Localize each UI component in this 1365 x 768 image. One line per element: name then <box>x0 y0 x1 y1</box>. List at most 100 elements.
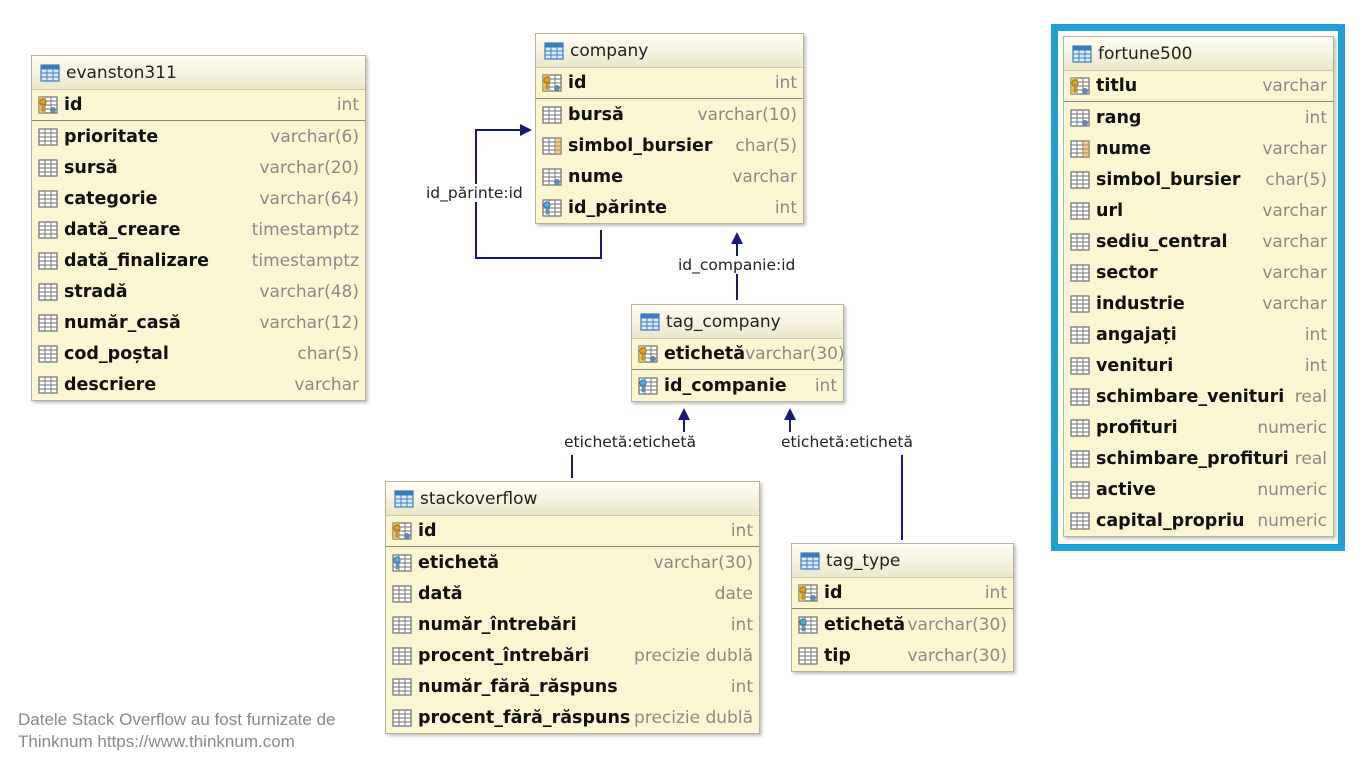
column-row[interactable]: id int <box>792 578 1013 609</box>
unique-column-icon <box>542 136 562 155</box>
column-row[interactable]: etichetă varchar(30) <box>792 609 1013 640</box>
table-header[interactable]: stackoverflow <box>386 482 759 516</box>
column-row[interactable]: prioritate varchar(6) <box>32 121 365 152</box>
table-header[interactable]: tag_company <box>632 305 843 339</box>
column-icon <box>1070 480 1090 499</box>
column-type: int <box>730 676 753 697</box>
column-row[interactable]: tip varchar(30) <box>792 640 1013 671</box>
table-name: company <box>570 40 649 61</box>
column-row[interactable]: nume varchar <box>536 161 803 192</box>
table-tag-type[interactable]: tag_type id int etichetă varchar(30) tip varch… <box>791 543 1014 672</box>
column-icon <box>1070 263 1090 282</box>
table-header[interactable]: evanston311 <box>32 56 365 90</box>
column-type: timestamptz <box>251 219 359 240</box>
column-type: varchar(12) <box>259 312 359 333</box>
column-row[interactable]: număr_întrebări int <box>386 609 759 640</box>
column-row[interactable]: bursă varchar(10) <box>536 99 803 130</box>
column-row[interactable]: url varchar <box>1064 195 1333 226</box>
column-row[interactable]: venituri int <box>1064 350 1333 381</box>
column-name: nume <box>1096 138 1152 159</box>
column-icon <box>1070 170 1090 189</box>
column-row[interactable]: descriere varchar <box>32 369 365 400</box>
table-header[interactable]: tag_type <box>792 544 1013 578</box>
table-evanston311[interactable]: evanston311 id int prioritate varchar(6) surs… <box>31 55 366 401</box>
primary-key-icon <box>542 74 562 92</box>
column-row[interactable]: id int <box>32 90 365 121</box>
column-row[interactable]: capital_propriu numeric <box>1064 505 1333 536</box>
column-icon <box>798 646 818 665</box>
column-row[interactable]: angajați int <box>1064 319 1333 350</box>
column-row[interactable]: schimbare_profituri real <box>1064 443 1333 474</box>
column-row[interactable]: nume varchar <box>1064 133 1333 164</box>
column-name: simbol_bursier <box>568 135 713 156</box>
column-row[interactable]: sector varchar <box>1064 257 1333 288</box>
column-icon <box>392 584 412 603</box>
table-name: stackoverflow <box>420 488 538 509</box>
column-row[interactable]: stradă varchar(48) <box>32 276 365 307</box>
column-icon <box>38 189 58 208</box>
column-icon <box>392 708 412 727</box>
column-type: precizie dublă <box>634 707 753 728</box>
table-header[interactable]: fortune500 <box>1064 37 1333 71</box>
table-company[interactable]: company id int bursă varchar(10) simbol_bursi… <box>535 33 804 224</box>
column-row[interactable]: procent_fără_răspuns precizie dublă <box>386 702 759 733</box>
column-row[interactable]: etichetă varchar(30) <box>386 547 759 578</box>
table-icon <box>544 41 564 60</box>
column-row[interactable]: dată_finalizare timestamptz <box>32 245 365 276</box>
column-name: stradă <box>64 281 128 302</box>
column-type: int <box>1304 107 1327 128</box>
table-tag-company[interactable]: tag_company etichetă varchar(30) id_compani… <box>631 304 845 402</box>
column-icon <box>1070 449 1090 468</box>
column-type: varchar(30) <box>653 552 753 573</box>
column-row[interactable]: etichetă varchar(30) <box>632 339 845 370</box>
column-row[interactable]: industrie varchar <box>1064 288 1333 319</box>
column-row[interactable]: id_părinte int <box>536 192 803 223</box>
column-row[interactable]: titlu varchar <box>1064 71 1333 102</box>
column-row[interactable]: număr_casă varchar(12) <box>32 307 365 338</box>
primary-key-icon <box>38 96 58 114</box>
table-name: fortune500 <box>1098 43 1193 64</box>
unique-column-icon <box>1070 139 1090 158</box>
column-name: număr_întrebări <box>418 614 577 635</box>
column-row[interactable]: simbol_bursier char(5) <box>1064 164 1333 195</box>
column-row[interactable]: număr_fără_răspuns int <box>386 671 759 702</box>
column-row[interactable]: simbol_bursier char(5) <box>536 130 803 161</box>
column-name: id <box>824 583 843 603</box>
column-icon <box>392 677 412 696</box>
foreign-key-icon <box>542 198 562 217</box>
column-icon <box>1070 232 1090 251</box>
column-row[interactable]: rang int <box>1064 102 1333 133</box>
table-fortune500[interactable]: fortune500 titlu varchar rang int nume varchar… <box>1063 36 1334 537</box>
column-icon <box>38 158 58 177</box>
not-null-column-icon <box>542 167 562 186</box>
column-icon <box>542 105 562 124</box>
column-row[interactable]: sediu_central varchar <box>1064 226 1333 257</box>
column-row[interactable]: cod_poștal char(5) <box>32 338 365 369</box>
column-row[interactable]: active numeric <box>1064 474 1333 505</box>
column-row[interactable]: schimbare_venituri real <box>1064 381 1333 412</box>
table-header[interactable]: company <box>536 34 803 68</box>
link-tag-type-tag-company <box>790 410 903 540</box>
column-name: id_părinte <box>568 197 667 218</box>
column-type: int <box>774 197 797 218</box>
column-type: real <box>1294 448 1327 469</box>
column-name: descriere <box>64 374 157 395</box>
column-row[interactable]: profituri numeric <box>1064 412 1333 443</box>
column-type: varchar <box>1262 231 1327 252</box>
column-type: varchar(30) <box>745 344 845 364</box>
column-name: venituri <box>1096 355 1174 376</box>
column-row[interactable]: procent_întrebări precizie dublă <box>386 640 759 671</box>
table-stackoverflow[interactable]: stackoverflow id int etichetă varchar(30) dat… <box>385 481 760 734</box>
column-name: dată_creare <box>64 219 181 240</box>
column-type: numeric <box>1257 510 1327 531</box>
column-row[interactable]: id_companie int <box>632 370 843 401</box>
column-row[interactable]: dată_creare timestamptz <box>32 214 365 245</box>
column-type: char(5) <box>1265 169 1327 190</box>
column-row[interactable]: dată date <box>386 578 759 609</box>
column-row[interactable]: sursă varchar(20) <box>32 152 365 183</box>
column-row[interactable]: id int <box>386 516 759 547</box>
column-row[interactable]: id int <box>536 68 803 99</box>
column-type: varchar(6) <box>270 126 359 147</box>
column-row[interactable]: categorie varchar(64) <box>32 183 365 214</box>
column-type: varchar(10) <box>697 104 797 125</box>
